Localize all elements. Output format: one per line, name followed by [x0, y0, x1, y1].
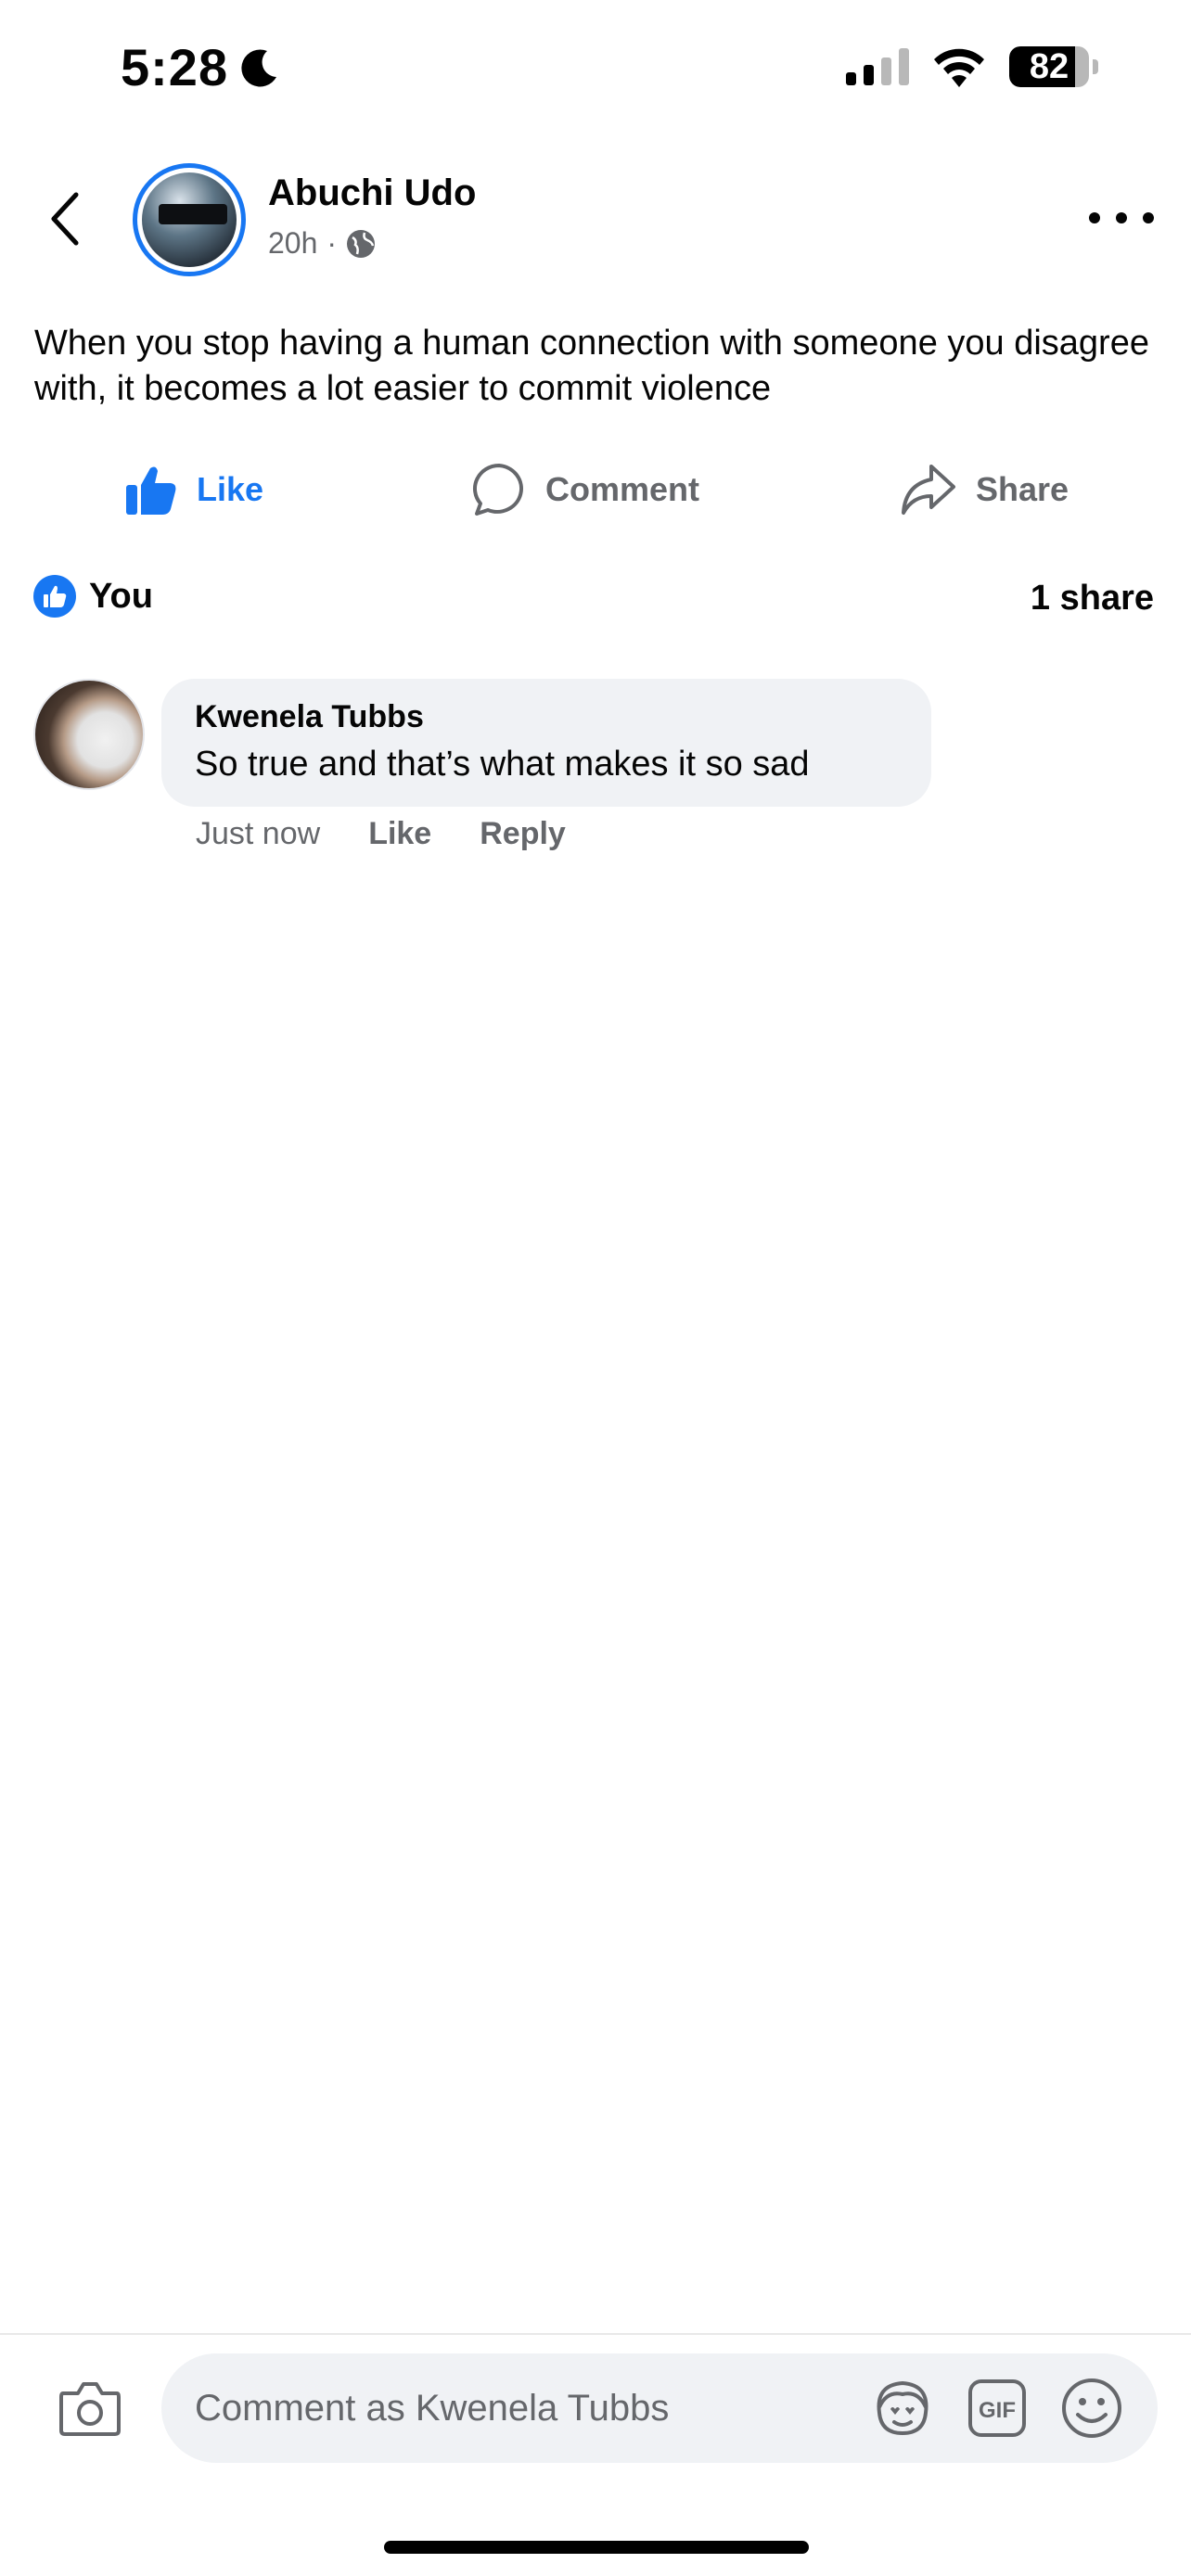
camera-button[interactable] — [58, 2378, 122, 2438]
comment-like-button[interactable]: Like — [368, 816, 431, 852]
battery-tip — [1093, 59, 1098, 74]
emoji-icon[interactable] — [1059, 2376, 1124, 2441]
composer-divider — [0, 2333, 1191, 2335]
commenter-name[interactable]: Kwenela Tubbs — [195, 699, 898, 735]
chevron-left-icon — [51, 192, 79, 246]
status-time: 5:28 — [121, 37, 280, 97]
wifi-icon — [934, 48, 984, 87]
gif-label: GIF — [979, 2398, 1016, 2423]
battery-indicator: 82 — [1009, 46, 1089, 87]
commenter-avatar[interactable] — [33, 679, 145, 790]
reaction-summary[interactable]: You — [33, 575, 153, 618]
comment-text: So true and that’s what makes it so sad — [195, 745, 810, 784]
author-avatar[interactable] — [133, 163, 246, 276]
camera-icon — [59, 2382, 121, 2436]
comment-input[interactable]: Comment as Kwenela Tubbs GIF — [161, 2353, 1158, 2463]
battery-level: 82 — [1029, 46, 1069, 86]
post-text: When you stop having a human connection … — [34, 324, 1149, 408]
back-button[interactable] — [37, 182, 93, 256]
signal-icon — [846, 48, 909, 85]
thumbs-up-icon — [126, 466, 176, 515]
dot-icon — [1143, 212, 1154, 223]
author-photo — [142, 172, 237, 267]
reactors: You — [89, 576, 153, 616]
share-count[interactable]: 1 share — [1031, 579, 1154, 618]
author-name[interactable]: Abuchi Udo — [268, 172, 476, 214]
dot-icon — [1116, 212, 1127, 223]
gif-icon[interactable]: GIF — [967, 2378, 1028, 2439]
comment-button[interactable]: Comment — [471, 453, 699, 527]
like-label: Like — [197, 470, 264, 508]
like-button[interactable]: Like — [124, 453, 263, 527]
post-meta: 20h · — [268, 226, 376, 261]
moon-icon — [241, 48, 277, 86]
post-age: 20h — [268, 226, 318, 260]
share-icon — [902, 465, 955, 515]
comment-actions: Just now Like Reply — [196, 816, 566, 852]
status-indicators: 82 — [846, 46, 1098, 87]
comment-bubble[interactable]: Kwenela Tubbs So true and that’s what ma… — [161, 679, 931, 807]
comment-placeholder: Comment as Kwenela Tubbs — [195, 2387, 670, 2429]
meta-separator: · — [327, 226, 338, 260]
like-reaction-icon — [33, 575, 76, 618]
composer-tools: GIF — [870, 2376, 1124, 2441]
comment-reply-button[interactable]: Reply — [480, 816, 566, 852]
comment-time: Just now — [196, 816, 321, 851]
comment-icon — [473, 464, 523, 516]
more-options-button[interactable] — [1089, 195, 1154, 241]
comment-label: Comment — [545, 470, 700, 508]
share-label: Share — [976, 470, 1069, 508]
share-button[interactable]: Share — [900, 453, 1069, 527]
post-screen: 5:28 82 Abuchi Udo 20h · When you stop h… — [0, 0, 1191, 2576]
clock: 5:28 — [121, 38, 229, 96]
globe-icon — [347, 229, 376, 258]
dot-icon — [1089, 212, 1100, 223]
avatar-sticker-icon[interactable] — [870, 2376, 935, 2441]
home-indicator[interactable] — [384, 2541, 809, 2554]
